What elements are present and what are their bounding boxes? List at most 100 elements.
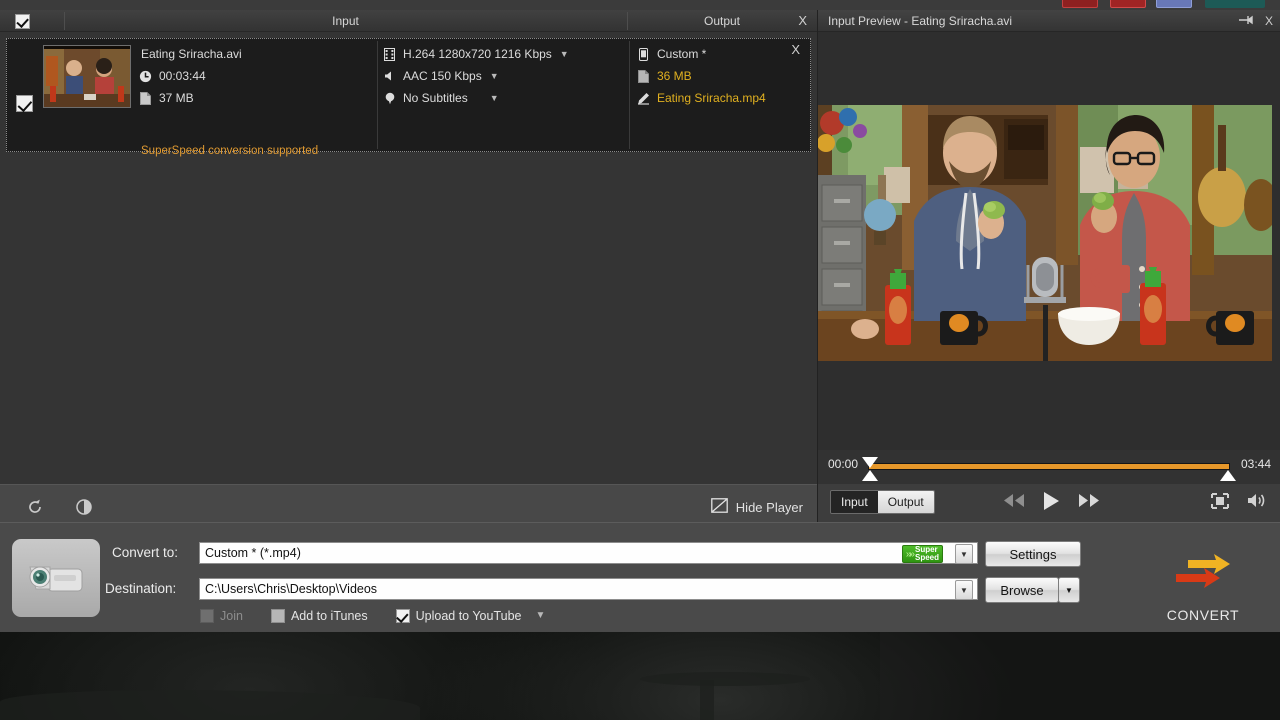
chevrons-icon: »» <box>905 548 915 560</box>
video-codec-label: H.264 1280x720 1216 Kbps <box>403 47 552 61</box>
file-list-body: Eating Sriracha.avi 00:03:44 37 MB Super… <box>0 32 817 484</box>
speaker-icon <box>381 69 398 83</box>
file-duration-label: 00:03:44 <box>159 69 206 83</box>
browse-label: Browse <box>1000 582 1044 598</box>
input-output-toggle[interactable]: Input Output <box>830 490 935 514</box>
video-codec-row[interactable]: H.264 1280x720 1216 Kbps ▼ <box>381 43 631 65</box>
output-profile-row[interactable]: Custom * <box>635 43 810 65</box>
codec-column: H.264 1280x720 1216 Kbps ▼ AAC 150 Kbps … <box>381 43 631 109</box>
settings-button[interactable]: Settings <box>985 541 1081 567</box>
output-column: Custom * 36 MB Eating Sriracha.mp4 <box>635 43 810 109</box>
join-label: Join <box>220 609 243 623</box>
file-name-row: Eating Sriracha.avi <box>137 43 382 65</box>
bookmark-red-icon <box>1062 0 1098 8</box>
upload-to-youtube-label: Upload to YouTube <box>415 609 522 623</box>
chevron-down-icon[interactable]: ▼ <box>490 71 499 81</box>
convert-to-dropdown[interactable]: ▼ <box>955 544 973 564</box>
tab-input[interactable]: Input <box>831 491 878 513</box>
select-all-checkbox[interactable] <box>15 14 30 29</box>
add-to-itunes-checkbox[interactable] <box>270 609 285 623</box>
trim-start-marker[interactable] <box>862 457 878 468</box>
trim-end-handle[interactable] <box>1220 470 1236 481</box>
seek-bar[interactable]: 00:00 03:44 <box>818 450 1280 482</box>
volume-icon[interactable] <box>1247 492 1267 514</box>
destination-dropdown[interactable]: ▼ <box>955 580 973 600</box>
list-header: Input Output X <box>0 10 817 32</box>
output-size-label: 36 MB <box>657 69 692 83</box>
video-frame <box>818 105 1272 361</box>
hide-player-label: Hide Player <box>735 499 803 515</box>
rewind-icon[interactable] <box>1003 493 1025 513</box>
output-filename-row[interactable]: Eating Sriracha.mp4 <box>635 87 810 109</box>
join-checkbox-item[interactable]: Join <box>200 609 243 623</box>
super-speed-line2: Speed <box>914 553 939 562</box>
audio-codec-row[interactable]: AAC 150 Kbps ▼ <box>381 65 631 87</box>
preview-pane: Input Preview - Eating Sriracha.avi X 00… <box>817 10 1280 522</box>
refresh-icon[interactable] <box>25 497 47 519</box>
table-row[interactable]: Eating Sriracha.avi 00:03:44 37 MB Super… <box>6 38 811 157</box>
clock-icon <box>137 69 154 83</box>
camcorder-icon <box>12 539 100 617</box>
player-screen-icon <box>710 498 728 516</box>
destination-value: C:\Users\Chris\Desktop\Videos <box>205 582 378 596</box>
bookmark-red-2-icon <box>1110 0 1146 8</box>
superspeed-note: SuperSpeed conversion supported <box>141 145 319 157</box>
video-thumbnail <box>43 45 131 108</box>
browse-dropdown-button[interactable]: ▼ <box>1058 577 1080 603</box>
output-filename-label: Eating Sriracha.mp4 <box>657 91 766 105</box>
output-profile-label: Custom * <box>657 47 707 61</box>
convert-button[interactable]: CONVERT <box>1148 547 1258 623</box>
file-info-column: Eating Sriracha.avi 00:03:44 37 MB <box>137 43 382 109</box>
application-window: Input Output X Eating Sriracha.avi 00:03… <box>0 10 1280 632</box>
close-preview-button[interactable]: X <box>1265 14 1273 28</box>
file-icon <box>137 91 154 105</box>
row-checkbox[interactable] <box>16 95 33 112</box>
itunes-checkbox-item[interactable]: Add to iTunes <box>270 609 368 623</box>
play-icon[interactable] <box>1043 491 1060 516</box>
seek-progress <box>869 464 1229 469</box>
chevron-down-icon[interactable]: ▼ <box>560 49 569 59</box>
tab-output[interactable]: Output <box>877 491 934 513</box>
bookmark-teal-icon <box>1205 0 1265 8</box>
subtitles-label: No Subtitles <box>403 91 468 105</box>
contrast-icon[interactable] <box>74 497 96 519</box>
upload-to-youtube-checkbox[interactable] <box>395 609 410 623</box>
pin-icon[interactable] <box>1238 14 1253 29</box>
top-browser-strip <box>0 0 1280 10</box>
browse-button[interactable]: Browse <box>985 577 1059 603</box>
video-stage[interactable] <box>818 32 1280 450</box>
output-size-row: 36 MB <box>635 65 810 87</box>
chevron-down-icon[interactable]: ▼ <box>490 93 499 103</box>
file-size-label: 37 MB <box>159 91 194 105</box>
end-time-label: 03:44 <box>1240 457 1271 471</box>
trim-start-handle[interactable] <box>862 470 878 481</box>
chevron-down-icon[interactable]: ▼ <box>536 611 546 621</box>
super-speed-badge: »» Super Speed <box>901 545 943 563</box>
add-to-itunes-label: Add to iTunes <box>290 609 368 623</box>
close-all-button[interactable]: X <box>798 10 807 32</box>
file-duration-row: 00:03:44 <box>137 65 382 87</box>
film-strip-icon <box>381 47 398 61</box>
file-icon <box>635 69 652 83</box>
remove-row-button[interactable]: X <box>791 42 800 58</box>
preview-header: Input Preview - Eating Sriracha.avi X <box>818 10 1280 32</box>
screen: Input Output X Eating Sriracha.avi 00:03… <box>0 0 1280 720</box>
pencil-edit-icon <box>635 91 652 105</box>
audio-codec-label: AAC 150 Kbps <box>403 69 482 83</box>
column-header-input: Input <box>332 14 359 28</box>
join-checkbox[interactable] <box>200 609 214 623</box>
convert-to-field[interactable]: Custom * (*.mp4) »» Super Speed ▼ <box>199 542 978 564</box>
convert-label: CONVERT <box>1166 607 1240 623</box>
fullscreen-icon[interactable] <box>1211 492 1229 514</box>
convert-to-value: Custom * (*.mp4) <box>205 546 301 560</box>
fast-forward-icon[interactable] <box>1078 493 1100 513</box>
seek-track[interactable] <box>868 463 1230 470</box>
destination-field[interactable]: C:\Users\Chris\Desktop\Videos ▼ <box>199 578 978 600</box>
options-row: Join Add to iTunes Upload to YouTube ▼ <box>200 605 545 627</box>
column-header-output: Output <box>703 14 741 28</box>
settings-label: Settings <box>1009 546 1057 562</box>
destination-label: Destination: <box>105 581 177 596</box>
youtube-checkbox-item[interactable]: Upload to YouTube ▼ <box>395 609 546 623</box>
subtitles-row[interactable]: No Subtitles ▼ <box>381 87 631 109</box>
convert-arrow-icon <box>1168 554 1238 601</box>
